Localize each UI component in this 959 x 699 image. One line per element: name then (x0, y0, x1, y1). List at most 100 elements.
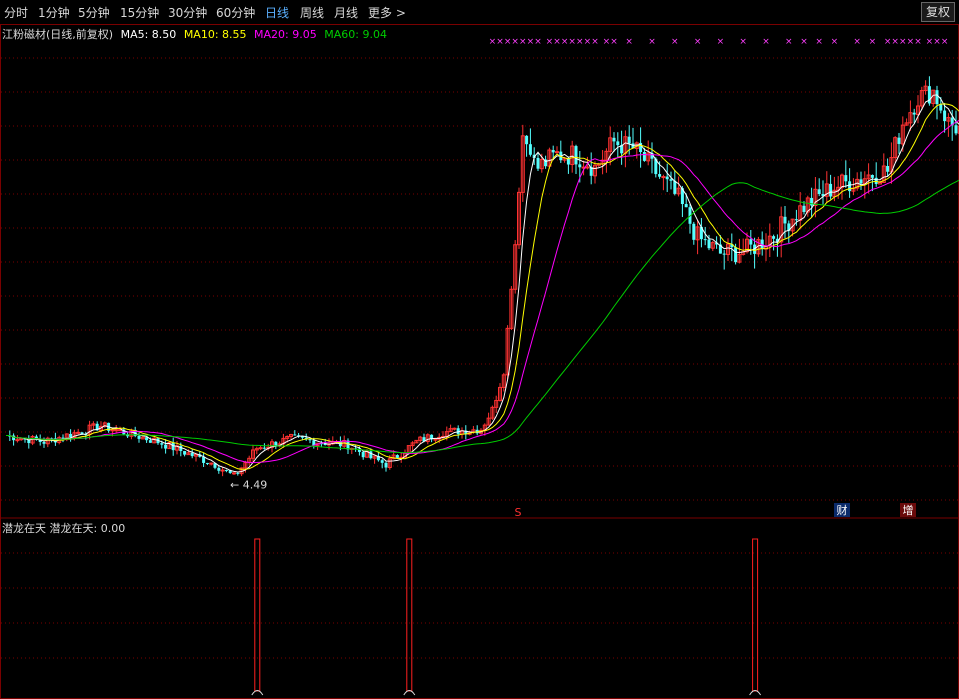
candle-body (452, 427, 457, 430)
x-marker: × (553, 37, 561, 47)
x-marker: × (511, 37, 519, 47)
candle-body (217, 467, 221, 471)
candle-body (749, 239, 753, 245)
candle-body (692, 223, 696, 240)
candle-body (912, 112, 916, 115)
candle-body (954, 125, 958, 134)
candle-body (859, 179, 863, 184)
x-marker: × (568, 37, 576, 47)
candle-body (293, 434, 297, 436)
candle-body (224, 470, 228, 472)
x-marker: × (926, 37, 934, 47)
candle-body (536, 157, 540, 169)
candle-body (220, 469, 225, 472)
candle-body (76, 431, 81, 434)
candle-body (69, 433, 73, 438)
candle-body (886, 166, 890, 172)
x-marker: × (762, 37, 770, 47)
candle-body (384, 462, 388, 468)
candle-body (703, 239, 707, 241)
candle-body (209, 462, 214, 465)
x-marker: × (853, 37, 861, 47)
candle-body (772, 236, 776, 239)
x-marker: × (899, 37, 907, 47)
candle-body (164, 444, 168, 449)
candle-body (232, 472, 236, 475)
candle-body (802, 205, 806, 212)
candle-body (783, 216, 787, 224)
x-marker: × (739, 37, 747, 47)
candle-body (578, 164, 582, 168)
x-marker: × (534, 37, 542, 47)
x-marker: × (527, 37, 535, 47)
signal-bar (752, 538, 759, 692)
candle-body (707, 239, 711, 249)
ma20-line (6, 119, 959, 464)
chart-frame (0, 24, 959, 699)
x-marker: × (603, 37, 611, 47)
x-marker: × (546, 37, 554, 47)
candle-body (525, 135, 529, 145)
candle-body (585, 166, 590, 169)
candle-body (118, 429, 122, 432)
candle-body (361, 451, 365, 458)
x-marker: × (504, 37, 512, 47)
x-marker: × (519, 37, 527, 47)
candle-body (574, 146, 578, 165)
x-marker: × (785, 37, 793, 47)
candle-body (661, 176, 666, 179)
candle-body (658, 174, 662, 177)
candle-body (627, 136, 631, 144)
candle-body (551, 150, 555, 153)
x-marker: × (891, 37, 899, 47)
candle-body (236, 472, 240, 474)
candle-body (380, 460, 384, 463)
candle-body (262, 447, 266, 449)
x-marker: × (694, 37, 702, 47)
candle-body (110, 429, 115, 432)
x-marker: × (584, 37, 592, 47)
x-marker: × (941, 37, 949, 47)
candle-body (137, 435, 141, 439)
x-marker: × (869, 37, 877, 47)
candle-body (722, 253, 726, 255)
x-marker: × (576, 37, 584, 47)
candle-body (870, 174, 874, 178)
candle-body (114, 429, 119, 432)
x-marker: × (815, 37, 823, 47)
candle-body (673, 180, 677, 194)
candle-body (555, 151, 559, 154)
x-marker: × (800, 37, 808, 47)
candle-body (433, 438, 438, 441)
candle-body (15, 439, 20, 442)
kline-chart[interactable]: ← 4.49× × × × × × × × × × × × × × × × × × × × × × × × × × × × × × × × × ×… (0, 0, 959, 699)
x-marker: × (933, 37, 941, 47)
candle-body (42, 441, 46, 444)
candle-body (734, 247, 738, 263)
candle-body (395, 455, 399, 458)
candle-body (794, 219, 798, 221)
candle-body (684, 204, 688, 208)
x-marker: × (561, 37, 569, 47)
x-marker: × (591, 37, 599, 47)
candle-body (160, 443, 164, 445)
candle-body (258, 447, 263, 450)
x-marker: × (831, 37, 839, 47)
signal-bar (406, 538, 413, 692)
cai-marker: 财 (837, 503, 848, 517)
signal-bar (254, 538, 261, 692)
candle-body (183, 451, 187, 455)
candle-body (844, 175, 848, 182)
candle-body (205, 462, 209, 464)
candle-body (848, 181, 852, 192)
x-marker: × (610, 37, 618, 47)
candle-body (369, 451, 373, 459)
candle-body (943, 110, 947, 122)
zeng-marker: 增 (903, 503, 914, 517)
candle-body (612, 137, 616, 142)
x-marker: × (671, 37, 679, 47)
low-price-label: ← 4.49 (230, 479, 267, 492)
x-marker: × (489, 37, 497, 47)
candle-body (528, 144, 532, 155)
candle-body (616, 141, 620, 146)
